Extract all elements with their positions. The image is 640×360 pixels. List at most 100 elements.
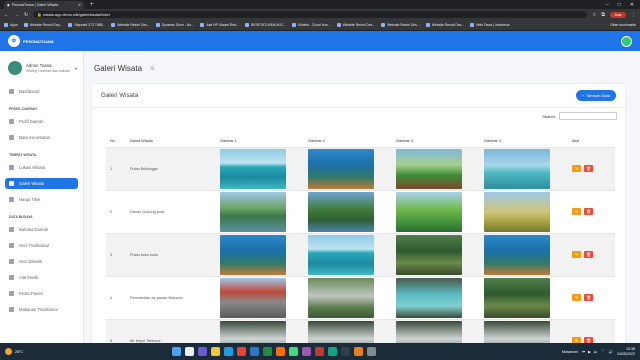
- add-data-button[interactable]: + Tambah Data: [575, 90, 616, 101]
- bookmark-item[interactable]: Web Desa | Indonesia: [470, 23, 510, 27]
- sidebar-item-alat-musik[interactable]: Alat Musik: [5, 272, 78, 283]
- gallery-photo[interactable]: [220, 148, 286, 189]
- gallery-photo[interactable]: [308, 191, 374, 232]
- sidebar-item-bahasa-daerah[interactable]: Bahasa Daerah: [5, 224, 78, 235]
- app-icon[interactable]: [354, 347, 363, 356]
- start-icon[interactable]: [172, 347, 181, 356]
- gallery-photo[interactable]: [396, 148, 462, 189]
- play-icon[interactable]: ▶: [588, 350, 591, 354]
- edit-button[interactable]: ✎: [572, 165, 581, 172]
- delete-button[interactable]: 🗑: [584, 165, 593, 172]
- bookmark-item[interactable]: Website Resmi Des...: [111, 23, 150, 27]
- bookmark-item[interactable]: Apps: [4, 23, 18, 27]
- search-icon[interactable]: [185, 347, 194, 356]
- app-icon[interactable]: [367, 347, 376, 356]
- volume-icon[interactable]: 🔊: [609, 350, 613, 354]
- delete-button[interactable]: 🗑: [584, 208, 593, 215]
- word-icon[interactable]: [250, 347, 259, 356]
- delete-button[interactable]: 🗑: [584, 251, 593, 258]
- edit-button[interactable]: ✎: [572, 251, 581, 258]
- bookmark-item[interactable]: Website Resmi Des...: [425, 23, 464, 27]
- gallery-photo[interactable]: [308, 234, 374, 275]
- menu-icon[interactable]: ⋮: [631, 12, 636, 18]
- reload-icon[interactable]: ↻: [24, 12, 28, 18]
- column-header[interactable]: Gambar 3: [392, 135, 480, 148]
- chrome-icon[interactable]: [237, 347, 246, 356]
- sidebar-item-seni-tradisional[interactable]: Seni Tradisional: [5, 240, 78, 251]
- bookmark-item[interactable]: Dynamic Drive - No...: [155, 23, 194, 27]
- gallery-photo[interactable]: [396, 191, 462, 232]
- profile-chip[interactable]: Jeda: [610, 11, 626, 18]
- user-panel[interactable]: Admin Toana Wisbng Dest/ksd dan industri…: [0, 51, 83, 81]
- column-header[interactable]: Nama Wisata: [126, 135, 216, 148]
- column-header[interactable]: Gambar 2: [304, 135, 392, 148]
- site-logo[interactable]: ✿ PESONATOANA: [8, 35, 54, 47]
- spotify-icon[interactable]: [289, 347, 298, 356]
- maximize-icon[interactable]: □: [618, 2, 621, 8]
- gallery-photo[interactable]: [484, 148, 550, 189]
- sidebar-item-pesta-panen[interactable]: Pesta Panen: [5, 288, 78, 299]
- star-icon[interactable]: ☆: [592, 12, 596, 18]
- gallery-photo[interactable]: [220, 277, 286, 318]
- bookmark-item[interactable]: Kiloelin - Cloud Hos...: [292, 23, 331, 27]
- gallery-photo[interactable]: [396, 320, 462, 343]
- sidebar-item-profil-daerah[interactable]: Profil Daerah: [5, 116, 78, 127]
- gallery-photo[interactable]: [308, 320, 374, 343]
- app-icon[interactable]: [341, 347, 350, 356]
- close-window-icon[interactable]: ✕: [630, 2, 634, 8]
- next-icon[interactable]: ⏭: [594, 350, 597, 354]
- gear-icon[interactable]: ⚙: [150, 66, 154, 72]
- bookmark-item[interactable]: Website Resmi Des...: [381, 23, 420, 27]
- bookmark-item[interactable]: Website Resmi Dep...: [23, 23, 62, 27]
- gallery-photo[interactable]: [396, 277, 462, 318]
- gallery-photo[interactable]: [484, 320, 550, 343]
- search-input[interactable]: [559, 112, 617, 120]
- gallery-photo[interactable]: [220, 191, 286, 232]
- edge-icon[interactable]: [224, 347, 233, 356]
- gallery-photo[interactable]: [484, 277, 550, 318]
- edit-button[interactable]: ✎: [572, 208, 581, 215]
- sidebar-item-galeri-wisata[interactable]: Galeri Wisata: [5, 178, 78, 189]
- gallery-photo[interactable]: [484, 191, 550, 232]
- wifi-icon[interactable]: ⌔: [601, 349, 604, 354]
- gallery-photo[interactable]: [396, 234, 462, 275]
- sidebar-item-dashboard[interactable]: Dashboard: [5, 86, 78, 97]
- sidebar-item-makanan-tradisional[interactable]: Makanan Tradisional: [5, 304, 78, 315]
- bookmark-item[interactable]: Website Resmi Des...: [336, 23, 375, 27]
- sidebar-item-data-kecamatan[interactable]: Data Kecamatan: [5, 132, 78, 143]
- sidebar-item-lokasi-wisata[interactable]: Lokasi Wisata: [5, 162, 78, 173]
- excel-icon[interactable]: [263, 347, 272, 356]
- gallery-photo[interactable]: [484, 234, 550, 275]
- other-bookmarks[interactable]: Other bookmarks: [610, 23, 636, 27]
- column-header[interactable]: Gambar 4: [480, 135, 568, 148]
- sidebar-item-harga-tiket[interactable]: Harga Tiket: [5, 194, 78, 205]
- app-icon[interactable]: [302, 347, 311, 356]
- delete-button[interactable]: 🗑: [584, 294, 593, 301]
- close-tab-icon[interactable]: ✕: [78, 3, 81, 7]
- back-icon[interactable]: ←: [4, 12, 9, 18]
- weather-widget[interactable]: 28°C: [5, 348, 23, 355]
- gallery-photo[interactable]: [308, 148, 374, 189]
- column-header[interactable]: No: [106, 135, 126, 148]
- gallery-photo[interactable]: [308, 277, 374, 318]
- extensions-icon[interactable]: ⧉: [601, 12, 605, 18]
- gallery-photo[interactable]: [220, 320, 286, 343]
- column-header[interactable]: Aksi: [568, 135, 615, 148]
- browser-tab[interactable]: ◆ PesonaToana | Galeri Wisata ✕: [4, 1, 84, 9]
- new-tab-button[interactable]: +: [90, 2, 94, 8]
- app-icon[interactable]: [315, 347, 324, 356]
- url-field[interactable]: 🔒 wisata.app-demo.site/galeriwisata/inde…: [33, 11, 587, 18]
- app-icon[interactable]: [328, 347, 337, 356]
- column-header[interactable]: Gambar 1: [216, 135, 304, 148]
- bookmark-item[interactable]: Jual HP Xiaomi Red...: [199, 23, 239, 27]
- chevron-down-icon[interactable]: ▾: [75, 66, 77, 71]
- forward-icon[interactable]: →: [14, 12, 19, 18]
- vlc-icon[interactable]: [276, 347, 285, 356]
- edit-button[interactable]: ✎: [572, 294, 581, 301]
- minimize-icon[interactable]: –: [606, 2, 609, 8]
- sidebar-item-seni-disenik[interactable]: Seni Disenik: [5, 256, 78, 267]
- clock[interactable]: 10:38 24/05/2022: [617, 347, 635, 356]
- explorer-icon[interactable]: [211, 347, 220, 356]
- taskview-icon[interactable]: [198, 347, 207, 356]
- prev-icon[interactable]: ⏮: [582, 350, 585, 354]
